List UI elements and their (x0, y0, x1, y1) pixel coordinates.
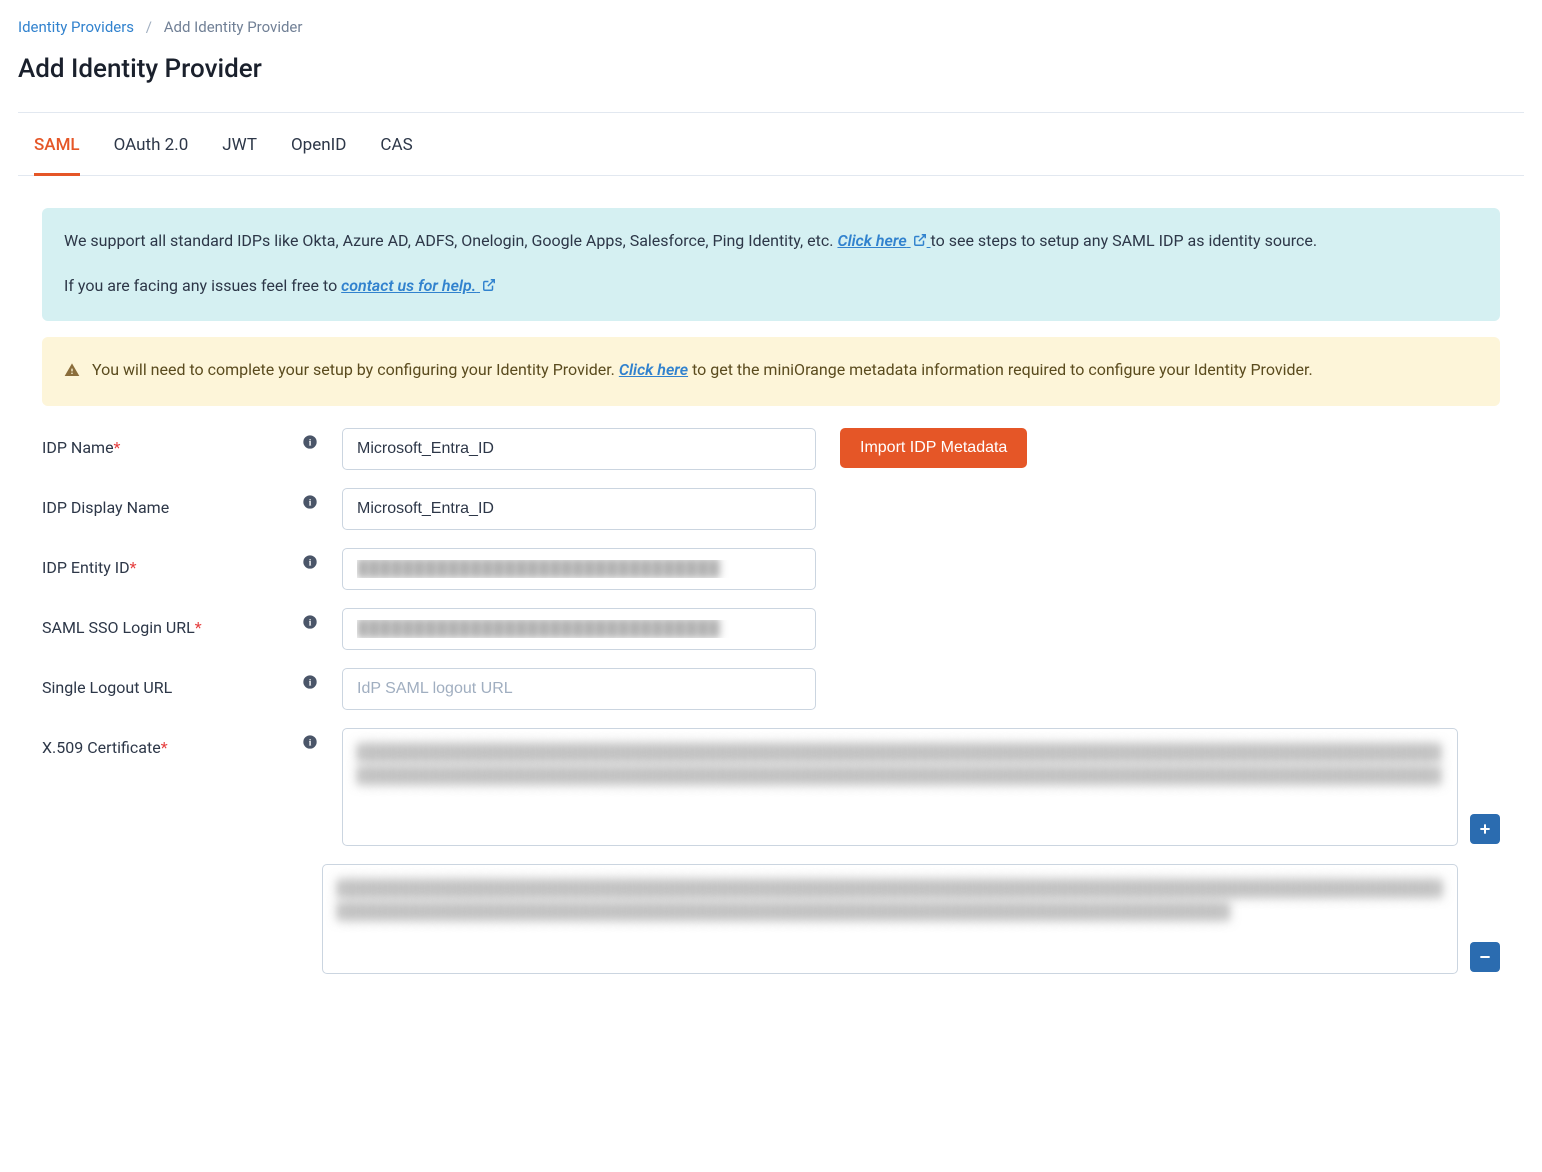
label-x509-cert: X.509 Certificate* (42, 728, 302, 757)
tab-openid[interactable]: OpenID (291, 113, 346, 176)
info-text-3: If you are facing any issues feel free t… (64, 276, 341, 295)
warn-link-metadata[interactable]: Click here (619, 360, 688, 379)
svg-text:i: i (309, 499, 312, 509)
info-icon[interactable]: i (302, 674, 318, 690)
svg-text:i: i (309, 439, 312, 449)
info-icon[interactable]: i (302, 554, 318, 570)
tab-oauth[interactable]: OAuth 2.0 (114, 113, 189, 176)
info-text-1: We support all standard IDPs like Okta, … (64, 231, 837, 250)
label-saml-sso-url: SAML SSO Login URL* (42, 608, 302, 637)
external-link-icon (482, 274, 496, 300)
tab-saml[interactable]: SAML (34, 113, 80, 176)
warning-icon (64, 360, 80, 386)
info-link-steps[interactable]: Click here (837, 231, 930, 250)
page-title: Add Identity Provider (18, 54, 1524, 84)
svg-text:i: i (309, 679, 312, 689)
input-idp-name[interactable] (342, 428, 816, 470)
info-text-2: to see steps to setup any SAML IDP as id… (931, 231, 1318, 250)
add-cert-button[interactable] (1470, 814, 1500, 844)
input-saml-sso-url[interactable] (342, 608, 816, 650)
input-idp-entity-id[interactable] (342, 548, 816, 590)
input-idp-display-name[interactable] (342, 488, 816, 530)
row-idp-name: IDP Name* i Import IDP Metadata (42, 428, 1500, 470)
info-icon[interactable]: i (302, 434, 318, 450)
row-idp-entity-id: IDP Entity ID* i (42, 548, 1500, 590)
info-icon[interactable]: i (302, 614, 318, 630)
info-banner: We support all standard IDPs like Okta, … (42, 208, 1500, 321)
breadcrumb-link-parent[interactable]: Identity Providers (18, 18, 134, 36)
warn-text-2: to get the miniOrange metadata informati… (692, 360, 1313, 379)
tab-cas[interactable]: CAS (380, 113, 412, 176)
row-single-logout-url: Single Logout URL i (42, 668, 1500, 710)
tab-content: We support all standard IDPs like Okta, … (18, 176, 1524, 992)
info-icon[interactable]: i (302, 734, 318, 750)
label-single-logout-url: Single Logout URL (42, 668, 302, 697)
cert-block-2 (322, 864, 1500, 974)
breadcrumb-separator: / (146, 18, 152, 36)
row-x509-cert: X.509 Certificate* i (42, 728, 1500, 992)
tabs: SAML OAuth 2.0 JWT OpenID CAS (18, 113, 1524, 176)
svg-text:i: i (309, 559, 312, 569)
svg-text:i: i (309, 619, 312, 629)
label-idp-entity-id: IDP Entity ID* (42, 548, 302, 577)
tab-jwt[interactable]: JWT (222, 113, 257, 176)
input-single-logout-url[interactable] (342, 668, 816, 710)
textarea-x509-cert-2[interactable] (322, 864, 1458, 974)
warning-banner: You will need to complete your setup by … (42, 337, 1500, 406)
breadcrumb: Identity Providers / Add Identity Provid… (18, 18, 1524, 36)
breadcrumb-current: Add Identity Provider (164, 18, 303, 36)
remove-cert-button[interactable] (1470, 942, 1500, 972)
external-link-icon (913, 229, 927, 255)
svg-text:i: i (309, 739, 312, 749)
warn-text-1: You will need to complete your setup by … (92, 360, 619, 379)
cert-block-1 (342, 728, 1500, 846)
info-icon[interactable]: i (302, 494, 318, 510)
info-link-contact[interactable]: contact us for help. (341, 276, 496, 295)
label-idp-name: IDP Name* (42, 428, 302, 457)
textarea-x509-cert-1[interactable] (342, 728, 1458, 846)
label-idp-display-name: IDP Display Name (42, 488, 302, 517)
row-idp-display-name: IDP Display Name i (42, 488, 1500, 530)
row-saml-sso-url: SAML SSO Login URL* i (42, 608, 1500, 650)
import-idp-metadata-button[interactable]: Import IDP Metadata (840, 428, 1027, 468)
